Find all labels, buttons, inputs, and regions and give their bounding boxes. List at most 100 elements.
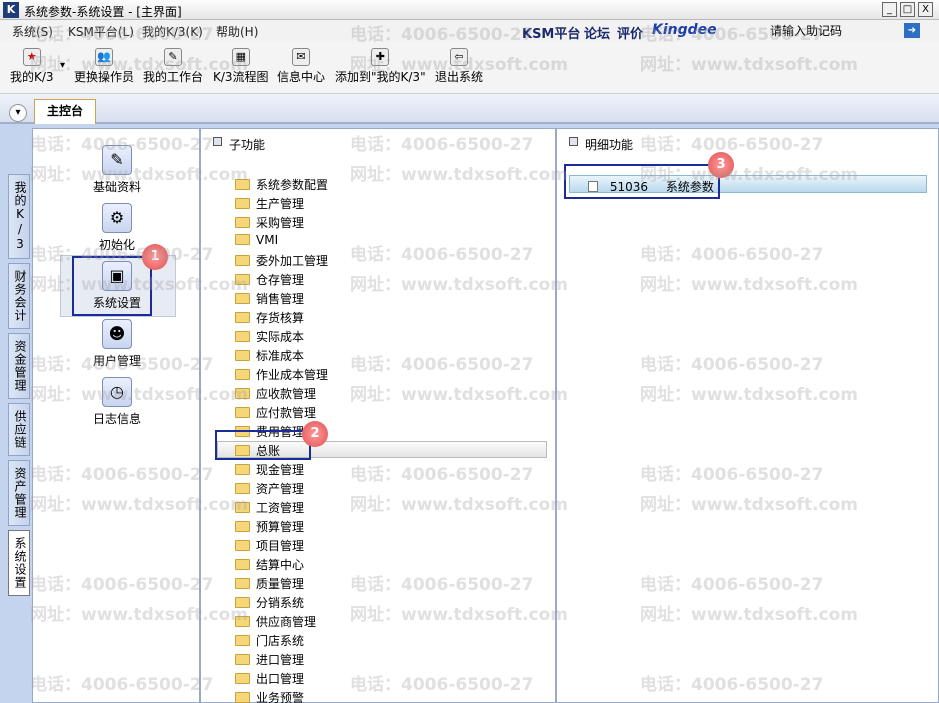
sub-function-title: 子功能 — [229, 138, 266, 152]
folder-item[interactable]: 资产管理 — [235, 480, 304, 498]
folder-item[interactable]: 应收款管理 — [235, 385, 316, 403]
vertical-tabs: 我的K/3 财务会计 资金管理 供应链 资产管理 系统设置 — [8, 174, 32, 600]
module-basic-data[interactable]: ✎ 基础资料 — [57, 145, 177, 195]
folder-item[interactable]: 预算管理 — [235, 518, 304, 536]
vtab-supply-chain[interactable]: 供应链 — [8, 403, 30, 456]
menu-ksm[interactable]: KSM平台(L) — [68, 23, 134, 40]
module-log-info[interactable]: ◷ 日志信息 — [57, 377, 177, 427]
exit-button[interactable]: ⇦ 退出系统 — [435, 48, 483, 85]
folder-item[interactable]: 存货核算 — [235, 309, 304, 327]
folder-label: 仓存管理 — [256, 273, 305, 287]
folder-item[interactable]: 分销系统 — [235, 594, 304, 612]
folder-label: 进口管理 — [256, 653, 305, 667]
change-operator-label: 更换操作员 — [74, 70, 135, 84]
folder-item[interactable]: 应付款管理 — [235, 404, 316, 422]
vtab-my-k3[interactable]: 我的K/3 — [8, 174, 30, 259]
content-area: 我的K/3 财务会计 资金管理 供应链 资产管理 系统设置 ✎ 基础资料 ⚙ 初… — [0, 124, 939, 703]
title-bar: K 系统参数-系统设置 - [主界面] _ □ X — [0, 0, 939, 20]
folder-icon — [235, 502, 250, 513]
folder-item[interactable]: 作业成本管理 — [235, 366, 328, 384]
close-button[interactable]: X — [918, 2, 933, 17]
folder-item[interactable]: 系统参数配置 — [235, 176, 328, 194]
folder-item[interactable]: 实际成本 — [235, 328, 304, 346]
folder-item[interactable]: 工资管理 — [235, 499, 304, 517]
folder-item[interactable]: VMI — [235, 233, 278, 251]
folder-item[interactable]: 业务预警 — [235, 689, 304, 703]
folder-item[interactable]: 出口管理 — [235, 670, 304, 688]
exit-icon: ⇦ — [450, 48, 468, 66]
add-to-my-k3-button[interactable]: ✚ 添加到"我的K/3" — [335, 48, 426, 85]
folder-icon — [235, 673, 250, 684]
maximize-button[interactable]: □ — [900, 2, 915, 17]
folder-label: 作业成本管理 — [256, 368, 329, 382]
module-user-management[interactable]: ☻ 用户管理 — [57, 319, 177, 369]
vtab-assets[interactable]: 资产管理 — [8, 460, 30, 526]
folder-item[interactable]: 生产管理 — [235, 195, 304, 213]
menu-system[interactable]: 系统(S) — [12, 23, 53, 40]
folder-item[interactable]: 供应商管理 — [235, 613, 316, 631]
panel-header-icon — [213, 137, 222, 146]
flowchart-icon: ▦ — [231, 48, 250, 66]
help-go-icon[interactable]: ➜ — [904, 23, 920, 38]
kingdee-logo: Kingdee — [652, 22, 717, 38]
folder-icon — [235, 255, 250, 266]
folder-icon — [235, 578, 250, 589]
folder-item[interactable]: 门店系统 — [235, 632, 304, 650]
my-k3-button[interactable]: ★ 我的K/3 — [10, 48, 54, 85]
my-workbench-button[interactable]: ✎ 我的工作台 — [143, 48, 203, 85]
minimize-button[interactable]: _ — [882, 2, 897, 17]
folder-icon — [235, 217, 250, 228]
chevron-down-icon[interactable]: ▾ — [60, 60, 65, 71]
folder-icon — [235, 616, 250, 627]
star-icon: ★ — [22, 48, 41, 66]
folder-item[interactable]: 仓存管理 — [235, 271, 304, 289]
vtab-funds[interactable]: 资金管理 — [8, 333, 30, 399]
folder-label: 存货核算 — [256, 311, 305, 325]
ksm-platform-link[interactable]: KSM平台 — [522, 23, 580, 42]
folder-icon — [235, 407, 250, 418]
folder-item[interactable]: 质量管理 — [235, 575, 304, 593]
folder-item[interactable]: 现金管理 — [235, 461, 304, 479]
exit-label: 退出系统 — [435, 70, 484, 84]
folder-label: 应付款管理 — [256, 406, 317, 420]
folder-item[interactable]: 结算中心 — [235, 556, 304, 574]
folder-icon — [235, 350, 250, 361]
folder-label: 结算中心 — [256, 558, 305, 572]
annotation-box-1 — [72, 256, 152, 316]
users-icon: 👥 — [95, 48, 113, 66]
folder-label: 现金管理 — [256, 463, 305, 477]
help-search-input[interactable]: 请输入助记码 — [770, 22, 842, 39]
forum-link[interactable]: 论坛 — [584, 23, 610, 42]
folder-icon — [235, 369, 250, 380]
folder-icon — [235, 388, 250, 399]
folder-item[interactable]: 委外加工管理 — [235, 252, 328, 270]
vtab-finance[interactable]: 财务会计 — [8, 263, 30, 329]
rate-link[interactable]: 评价 — [617, 23, 643, 42]
panel-header-icon — [569, 137, 578, 146]
detail-function-title: 明细功能 — [585, 138, 634, 152]
folder-item[interactable]: 进口管理 — [235, 651, 304, 669]
folder-item[interactable]: 采购管理 — [235, 214, 304, 232]
add-note-icon: ✚ — [371, 48, 390, 66]
change-operator-button[interactable]: 👥 更换操作员 — [74, 48, 134, 85]
clock-log-icon: ◷ — [102, 377, 132, 407]
folder-icon — [235, 521, 250, 532]
message-center-button[interactable]: ✉ 信息中心 — [277, 48, 325, 85]
menu-my-k3[interactable]: 我的K/3(K) — [142, 23, 203, 40]
module-panel: ✎ 基础资料 ⚙ 初始化 ▣ 系统设置 ☻ 用户管理 ◷ 日志信息 — [32, 128, 200, 703]
folder-label: 系统参数配置 — [256, 178, 329, 192]
folder-label: 门店系统 — [256, 634, 305, 648]
annotation-box-2 — [215, 430, 311, 460]
folder-item[interactable]: 销售管理 — [235, 290, 304, 308]
folder-item[interactable]: 项目管理 — [235, 537, 304, 555]
folder-label: 实际成本 — [256, 330, 305, 344]
flowchart-button[interactable]: ▦ K/3流程图 — [213, 48, 269, 85]
my-workbench-label: 我的工作台 — [143, 70, 204, 84]
collapse-chevron-icon[interactable]: ▾ — [9, 104, 27, 122]
menu-help[interactable]: 帮助(H) — [216, 23, 258, 40]
annotation-badge-3: 3 — [708, 152, 734, 178]
folder-item[interactable]: 标准成本 — [235, 347, 304, 365]
tab-main-console[interactable]: 主控台 — [34, 99, 96, 124]
annotation-badge-2: 2 — [302, 421, 328, 447]
vtab-system-settings[interactable]: 系统设置 — [8, 530, 30, 596]
